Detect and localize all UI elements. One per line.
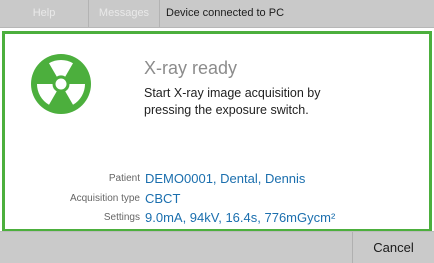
dialog-message: Start X-ray image acquisition by pressin… [144,86,321,117]
settings-row: Settings 9.0mA, 94kV, 16.4s, 776mGycm² [5,209,429,226]
tab-help[interactable]: Help [0,0,89,27]
acquisition-row: Acquisition type CBCT [5,190,429,207]
dialog-title: X-ray ready [144,58,238,78]
settings-value: 9.0mA, 94kV, 16.4s, 776mGycm² [145,210,336,225]
connection-status: Device connected to PC [166,7,285,19]
top-bar: Help Messages Device connected to PC [0,0,434,28]
cancel-button[interactable]: Cancel [352,232,434,263]
patient-row: Patient DEMO0001, Dental, Dennis [5,170,429,187]
acquisition-label: Acquisition type [69,193,140,204]
xray-ready-dialog: X-ray ready Start X-ray image acquisitio… [2,31,432,232]
bottom-bar: Cancel [0,231,434,263]
patient-label: Patient [108,173,140,184]
tab-messages[interactable]: Messages [89,0,160,27]
radiation-icon [31,54,91,114]
acquisition-value: CBCT [145,191,181,206]
patient-value: DEMO0001, Dental, Dennis [145,171,306,186]
settings-label: Settings [103,212,140,223]
